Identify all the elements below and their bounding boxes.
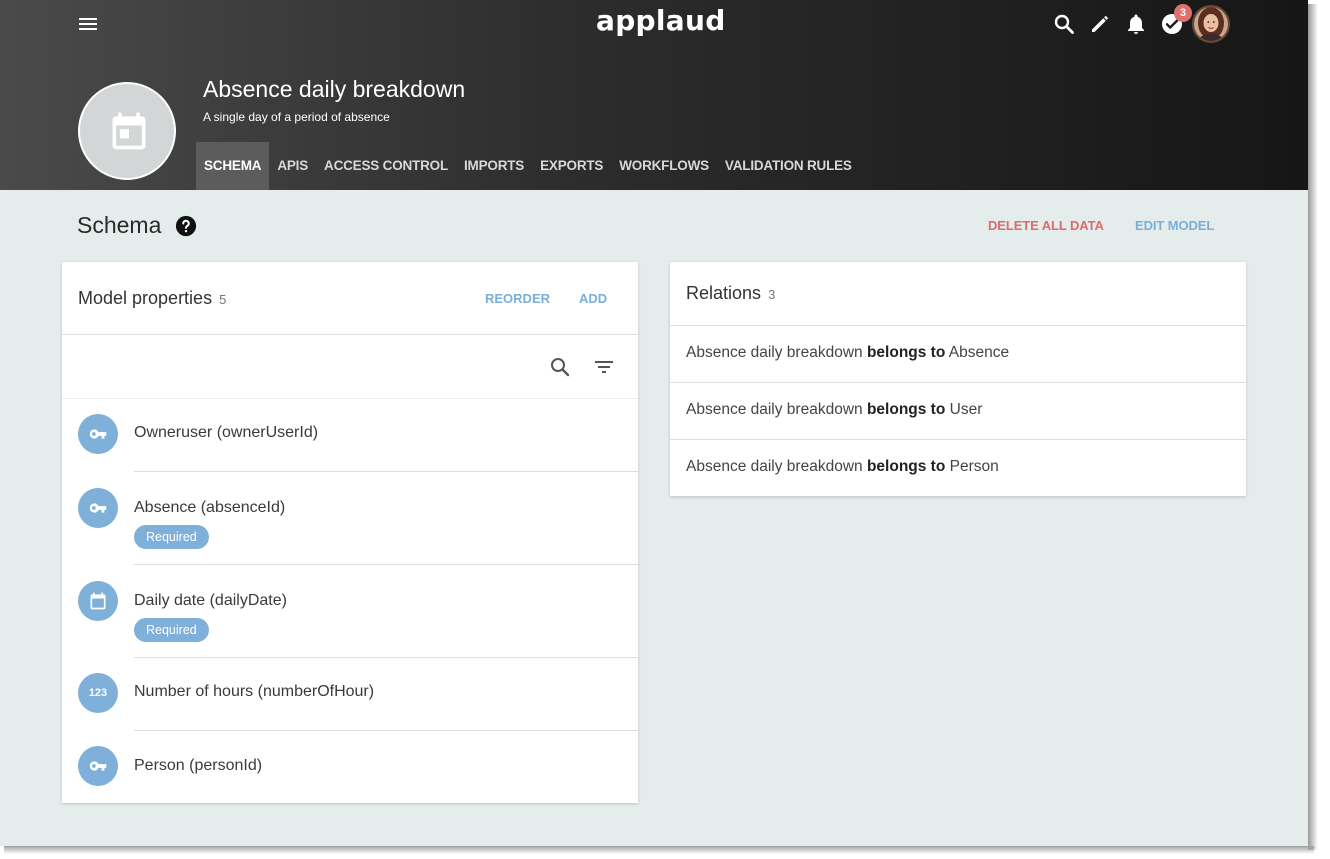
number-icon-text: 123	[88, 687, 108, 699]
number-icon: 123	[78, 673, 118, 713]
app-window: applaud 3 Absence daily breakdown A sing…	[0, 0, 1308, 846]
tab-validation-rules[interactable]: VALIDATION RULES	[717, 142, 860, 190]
relation-row[interactable]: Absence daily breakdown belongs to Absen…	[686, 344, 1009, 362]
search-icon[interactable]	[1052, 12, 1076, 36]
tab-schema[interactable]: SCHEMA	[196, 142, 270, 190]
relation-verb: belongs to	[866, 458, 946, 475]
search-properties-icon[interactable]	[548, 355, 572, 379]
edit-model-button[interactable]: EDIT MODEL	[1135, 218, 1214, 233]
filter-icon[interactable]	[592, 355, 616, 379]
property-label: Absence (absenceId)	[134, 499, 286, 516]
property-label: Daily date (dailyDate)	[134, 592, 287, 609]
window-shadow	[1308, 4, 1318, 850]
divider	[62, 334, 638, 335]
property-label: Number of hours (numberOfHour)	[134, 683, 375, 700]
property-row-owneruser[interactable]: Owneruser (ownerUserId)	[62, 398, 638, 471]
property-label: Person (personId)	[134, 757, 263, 774]
tab-apis[interactable]: APIS	[269, 142, 316, 190]
tab-imports[interactable]: IMPORTS	[456, 142, 532, 190]
notification-badge: 3	[1174, 4, 1192, 22]
property-row-absence[interactable]: Absence (absenceId) Required	[62, 471, 638, 564]
relation-object: Person	[949, 458, 999, 475]
relations-heading: Relations 3	[686, 283, 775, 304]
notifications-icon[interactable]	[1124, 12, 1148, 36]
calendar-icon	[78, 581, 118, 621]
tab-workflows[interactable]: WORKFLOWS	[611, 142, 717, 190]
property-row-person[interactable]: Person (personId)	[62, 730, 638, 803]
property-row-daily-date[interactable]: Daily date (dailyDate) Required	[62, 564, 638, 657]
user-avatar[interactable]	[1192, 5, 1230, 43]
key-icon	[78, 746, 118, 786]
tab-access-control[interactable]: ACCESS CONTROL	[316, 142, 456, 190]
required-badge: Required	[134, 618, 209, 642]
relation-subject: Absence daily breakdown	[686, 344, 863, 361]
relation-row[interactable]: Absence daily breakdown belongs to Perso…	[686, 458, 999, 476]
required-badge: Required	[134, 525, 209, 549]
divider	[670, 439, 1246, 440]
model-subtitle: A single day of a period of absence	[203, 110, 390, 124]
key-icon	[78, 414, 118, 454]
relation-verb: belongs to	[866, 344, 946, 361]
page-title: Schema	[77, 212, 162, 238]
divider	[670, 382, 1246, 383]
delete-all-data-button[interactable]: DELETE ALL DATA	[988, 218, 1104, 233]
app-logo[interactable]: applaud	[596, 4, 726, 37]
reorder-button[interactable]: REORDER	[485, 291, 550, 306]
add-property-button[interactable]: ADD	[579, 291, 607, 306]
divider	[670, 325, 1246, 326]
tab-exports[interactable]: EXPORTS	[532, 142, 611, 190]
edit-icon[interactable]	[1088, 12, 1112, 36]
help-icon[interactable]	[175, 215, 197, 237]
model-properties-heading: Model properties 5	[78, 288, 226, 309]
model-avatar	[78, 82, 176, 180]
relations-title: Relations	[686, 283, 762, 303]
tab-bar: SCHEMA APIS ACCESS CONTROL IMPORTS EXPOR…	[196, 142, 860, 190]
relation-object: Absence	[948, 344, 1010, 361]
window-shadow	[4, 846, 1314, 854]
property-label: Owneruser (ownerUserId)	[134, 424, 319, 441]
model-properties-card: Model properties 5 REORDER ADD Owneruser…	[62, 262, 638, 803]
model-properties-title: Model properties	[78, 288, 213, 308]
header: applaud 3 Absence daily breakdown A sing…	[0, 0, 1308, 190]
relation-verb: belongs to	[866, 401, 946, 418]
model-properties-count: 5	[219, 292, 227, 307]
relation-object: User	[949, 401, 983, 418]
key-icon	[78, 488, 118, 528]
menu-icon[interactable]	[76, 12, 100, 36]
model-title: Absence daily breakdown	[203, 76, 466, 102]
relation-subject: Absence daily breakdown	[686, 458, 863, 475]
relations-count: 3	[768, 287, 776, 302]
relation-subject: Absence daily breakdown	[686, 401, 863, 418]
calendar-icon	[112, 112, 146, 150]
property-row-number-of-hours[interactable]: 123 Number of hours (numberOfHour)	[62, 657, 638, 730]
relations-card: Relations 3 Absence daily breakdown belo…	[670, 262, 1246, 496]
relation-row[interactable]: Absence daily breakdown belongs to User	[686, 401, 982, 419]
